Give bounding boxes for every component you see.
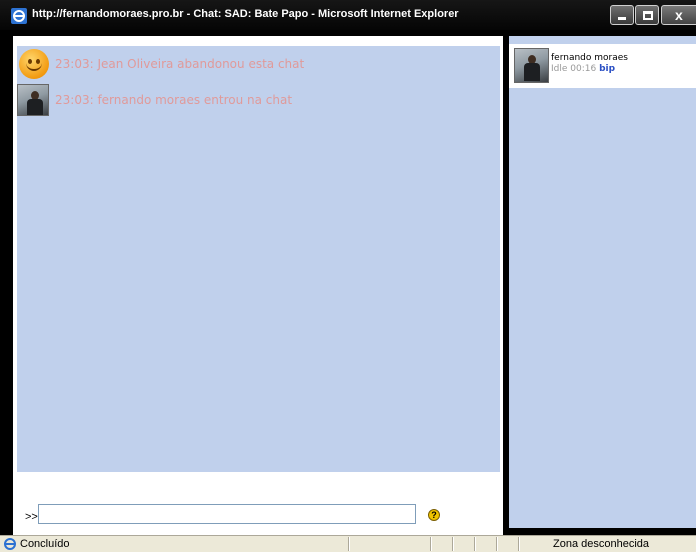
bip-link[interactable]: bip [599, 64, 615, 74]
message-input-row: >> ? [17, 503, 500, 525]
maximize-button[interactable] [635, 5, 659, 25]
window-title: http://fernandomoraes.pro.br - Chat: SAD… [32, 8, 459, 20]
idle-time: Idle 00:16 [551, 64, 597, 74]
input-prompt: >> [25, 511, 38, 523]
status-bar: Concluído Zona desconhecida [0, 535, 696, 552]
status-divider [518, 537, 520, 551]
help-icon[interactable]: ? [428, 509, 440, 521]
close-button[interactable]: x [661, 5, 696, 25]
close-icon: x [675, 7, 683, 23]
message-input[interactable] [38, 504, 416, 524]
message-body: fernando moraes entrou na chat [97, 93, 293, 107]
minimize-icon [618, 17, 626, 20]
message-list[interactable]: 23:03: Jean Oliveira abandonou esta chat… [17, 46, 500, 472]
smiley-icon [19, 49, 49, 79]
title-bar: http://fernandomoraes.pro.br - Chat: SAD… [0, 0, 696, 30]
status-divider [452, 537, 454, 551]
maximize-icon [643, 11, 653, 20]
message-time: 23:03: [55, 57, 94, 71]
minimize-button[interactable] [610, 5, 634, 25]
message-time: 23:03: [55, 93, 94, 107]
internet-explorer-icon [4, 538, 16, 550]
internet-explorer-icon [11, 8, 27, 24]
status-divider [474, 537, 476, 551]
status-divider [496, 537, 498, 551]
message-item: 23:03: fernando moraes entrou na chat [17, 84, 292, 116]
user-avatar [17, 84, 49, 116]
user-avatar [514, 48, 549, 83]
message-text: 23:03: fernando moraes entrou na chat [55, 93, 292, 107]
user-list-item[interactable]: fernando moraes Idle 00:16 bip [509, 44, 696, 88]
status-text: Concluído [20, 538, 70, 550]
message-body: Jean Oliveira abandonou esta chat [97, 57, 305, 71]
user-name: fernando moraes [551, 53, 628, 63]
window-left-edge [0, 30, 13, 535]
message-text: 23:03: Jean Oliveira abandonou esta chat [55, 57, 304, 71]
status-divider [430, 537, 432, 551]
message-item: 23:03: Jean Oliveira abandonou esta chat [17, 48, 304, 80]
user-list-pane [509, 36, 696, 528]
status-divider [348, 537, 350, 551]
user-idle-status: Idle 00:16 bip [551, 64, 615, 74]
security-zone: Zona desconhecida [553, 538, 650, 550]
